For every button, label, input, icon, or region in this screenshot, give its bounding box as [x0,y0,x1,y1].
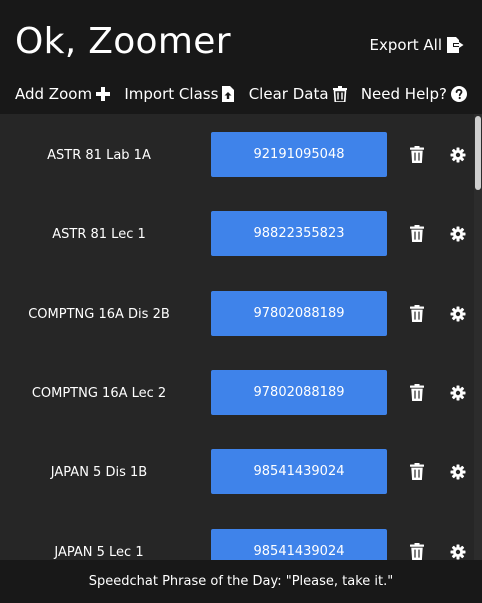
need-help-label: Need Help? [360,85,447,103]
trash-icon [410,305,424,326]
class-settings-button[interactable] [450,226,466,242]
gear-icon [450,226,466,246]
join-meeting-button[interactable]: 97802088189 [211,370,387,415]
class-settings-button[interactable] [450,306,466,322]
gear-icon [450,464,466,484]
trash-icon [410,384,424,405]
file-upload-icon [222,86,235,102]
class-row: COMPTNG 16A Dis 2B 97802088189 [0,291,474,337]
speedchat-phrase: Speedchat Phrase of the Day: "Please, ta… [88,574,394,589]
class-row: ASTR 81 Lec 1 98822355823 [0,211,474,257]
class-settings-button[interactable] [450,385,466,401]
join-meeting-button[interactable]: 98822355823 [211,211,387,256]
clear-data-button[interactable]: Clear Data [249,85,347,103]
gear-icon [450,544,466,560]
need-help-button[interactable]: Need Help? [361,85,467,103]
trash-icon [410,463,424,484]
join-meeting-button[interactable]: 98541439024 [211,529,387,560]
gear-icon [450,306,466,326]
class-name: ASTR 81 Lab 1A [47,147,151,163]
class-settings-button[interactable] [450,147,466,163]
question-circle-icon [450,86,467,102]
delete-class-button[interactable] [410,146,424,163]
join-meeting-button[interactable]: 98541439024 [211,449,387,494]
join-meeting-button[interactable]: 92191095048 [211,132,387,177]
app-title: Ok, Zoomer [15,21,231,62]
delete-class-button[interactable] [410,384,424,401]
class-row: COMPTNG 16A Lec 2 97802088189 [0,370,474,416]
gear-icon [450,385,466,405]
join-meeting-button[interactable]: 97802088189 [211,291,387,336]
delete-class-button[interactable] [410,305,424,322]
delete-class-button[interactable] [410,543,424,560]
import-class-label: Import Class [124,85,219,103]
export-icon [446,37,464,53]
add-zoom-label: Add Zoom [15,85,93,103]
delete-class-button[interactable] [410,225,424,242]
class-settings-button[interactable] [450,544,466,560]
delete-class-button[interactable] [410,463,424,480]
scrollbar-thumb[interactable] [475,116,481,190]
scrollbar[interactable] [474,114,482,560]
speedchat-footer: Speedchat Phrase of the Day: "Please, ta… [0,560,482,603]
add-zoom-button[interactable]: Add Zoom [15,85,111,103]
export-all-label: Export All [369,36,442,54]
class-row: ASTR 81 Lab 1A 92191095048 [0,132,474,178]
trash-icon [410,146,424,167]
class-row: JAPAN 5 Lec 1 98541439024 [0,529,474,560]
class-name: JAPAN 5 Dis 1B [50,464,148,480]
plus-icon [96,87,111,101]
class-settings-button[interactable] [450,464,466,480]
app-header: Ok, Zoomer Export All Add Zoom Import Cl… [0,0,482,114]
class-name: ASTR 81 Lec 1 [52,226,146,242]
trash-icon [410,225,424,246]
class-name: COMPTNG 16A Dis 2B [28,306,170,322]
trash-icon [410,543,424,560]
export-all-button[interactable]: Export All [370,36,464,54]
class-name: COMPTNG 16A Lec 2 [31,385,167,401]
clear-data-label: Clear Data [248,85,329,103]
class-list: ASTR 81 Lab 1A 92191095048 ASTR 81 Lec 1… [0,114,474,560]
trash-outline-icon [332,86,347,102]
class-row: JAPAN 5 Dis 1B 98541439024 [0,449,474,495]
gear-icon [450,147,466,167]
toolbar: Add Zoom Import Class Clear Data Need He… [15,82,467,106]
class-name: JAPAN 5 Lec 1 [54,544,144,560]
import-class-button[interactable]: Import Class [124,85,235,103]
